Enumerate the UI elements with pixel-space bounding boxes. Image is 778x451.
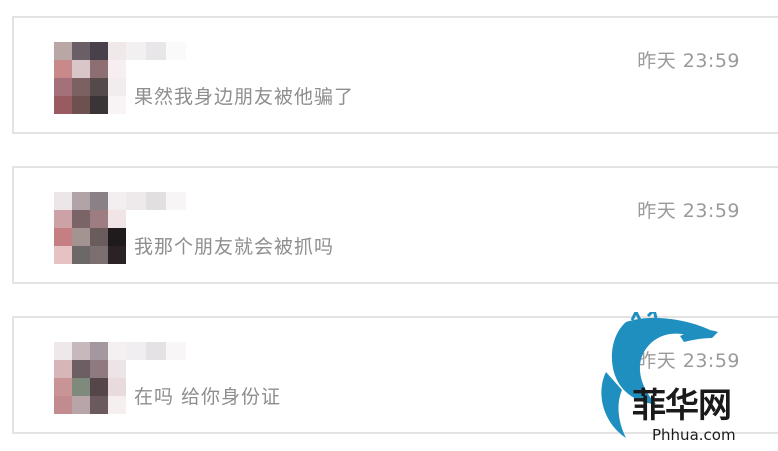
contact-name-redacted [126, 192, 186, 210]
avatar-pixelated [54, 42, 126, 114]
avatar-pixelated [54, 192, 126, 264]
chat-item[interactable]: 昨天 23:59 果然我身边朋友被他骗了 [12, 16, 778, 134]
message-preview: 果然我身边朋友被他骗了 [134, 86, 355, 108]
timestamp: 昨天 23:59 [637, 200, 740, 222]
message-preview: 我那个朋友就会被抓吗 [134, 236, 335, 258]
timestamp: 昨天 23:59 [637, 350, 740, 372]
contact-name-redacted [126, 42, 186, 60]
chat-list: 昨天 23:59 果然我身边朋友被他骗了 昨天 23:59 我那个朋友就会被抓吗… [0, 0, 778, 451]
timestamp: 昨天 23:59 [637, 50, 740, 72]
message-preview: 在吗 给你身份证 [134, 386, 282, 408]
chat-item[interactable]: 昨天 23:59 我那个朋友就会被抓吗 [12, 166, 778, 284]
contact-name-redacted [126, 342, 186, 360]
chat-item[interactable]: 昨天 23:59 在吗 给你身份证 [12, 316, 778, 434]
avatar-pixelated [54, 342, 126, 414]
